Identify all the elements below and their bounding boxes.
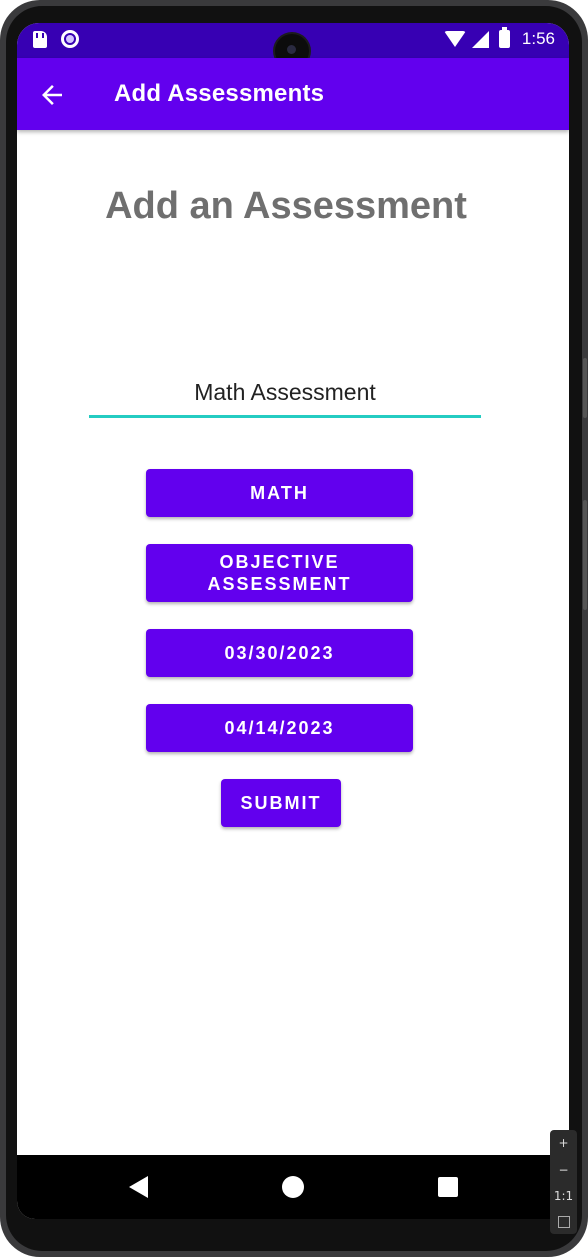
status-time: 1:56 [521, 29, 555, 48]
zoom-out-icon[interactable]: − [558, 1163, 568, 1177]
actual-size-button[interactable]: 1:1 [554, 1189, 573, 1203]
battery-icon [498, 27, 510, 48]
wifi-icon [443, 31, 466, 47]
nav-back-icon[interactable] [129, 1176, 148, 1198]
emulator-zoom-panel: + − 1:1 [550, 1130, 577, 1234]
device-screen: 1:56 Add Assessments Add an Assessment M… [17, 23, 569, 1219]
navigation-bar [17, 1155, 569, 1219]
record-icon [61, 30, 79, 48]
assessment-type-button[interactable]: OBJECTIVE ASSESSMENT [146, 544, 413, 602]
end-date-button[interactable]: 04/14/2023 [146, 704, 413, 752]
nav-home-icon[interactable] [282, 1176, 304, 1198]
start-date-button[interactable]: 03/30/2023 [146, 629, 413, 677]
signal-icon [471, 30, 489, 48]
zoom-in-icon[interactable]: + [558, 1136, 568, 1150]
app-bar: Add Assessments [17, 58, 569, 130]
page-title: Add an Assessment [105, 185, 467, 227]
assessment-name-input[interactable] [89, 370, 481, 418]
arrow-left-icon[interactable] [37, 80, 67, 110]
volume-button [583, 500, 587, 610]
nav-recents-icon[interactable] [438, 1177, 458, 1197]
app-bar-title: Add Assessments [114, 80, 325, 107]
power-button [583, 358, 587, 418]
sd-card-icon [33, 30, 47, 48]
status-left-icons [33, 30, 79, 48]
status-right-icons: 1:56 [443, 27, 555, 49]
submit-button[interactable]: SUBMIT [221, 779, 341, 827]
fit-screen-icon[interactable] [557, 1215, 570, 1228]
course-select-button[interactable]: MATH [146, 469, 413, 517]
